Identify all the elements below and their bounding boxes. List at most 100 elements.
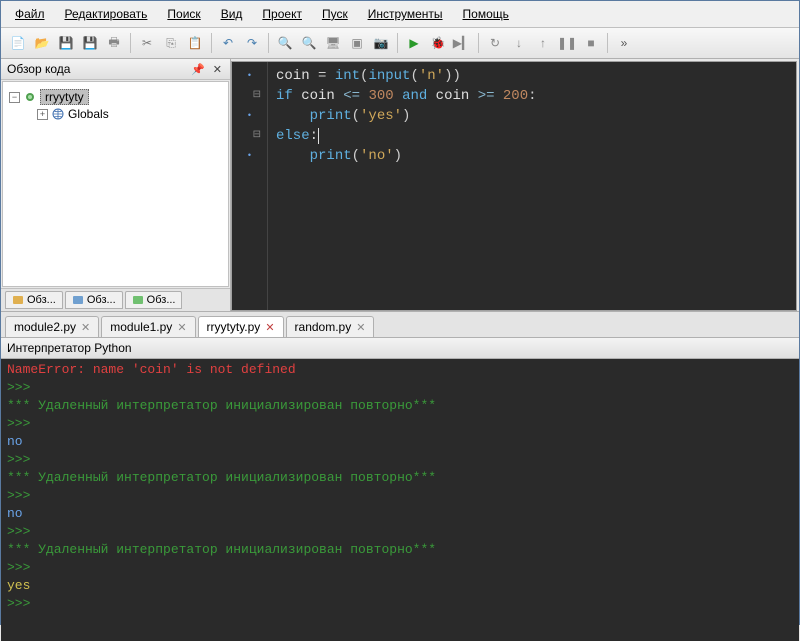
explorer-icon[interactable]: 📷 (370, 32, 392, 54)
menu-поиск[interactable]: Поиск (163, 5, 204, 23)
side-panel-title: Обзор кода 📌 ✕ (1, 59, 230, 80)
close-tab-icon[interactable]: ✕ (356, 321, 365, 334)
more-icon[interactable]: » (613, 32, 635, 54)
tree-child[interactable]: + Globals (9, 106, 222, 122)
expand-icon[interactable]: + (37, 109, 48, 120)
console-line: >>> (7, 595, 793, 613)
save-all-icon[interactable]: 💾 (79, 32, 101, 54)
redo-icon[interactable]: ↷ (241, 32, 263, 54)
run-to-icon[interactable]: ▶▎ (451, 32, 473, 54)
code-line[interactable]: print('yes') (276, 106, 788, 126)
menubar: Файл Редактировать Поиск Вид Проект Пуск Инстр… (1, 1, 799, 28)
console[interactable]: NameError: name 'coin' is not defined>>>… (1, 359, 799, 641)
undo-icon[interactable]: ↶ (217, 32, 239, 54)
paste-icon[interactable]: 📋 (184, 32, 206, 54)
interpreter-label: Интерпретатор Python (7, 341, 132, 355)
cmd-icon[interactable]: ▣ (346, 32, 368, 54)
close-tab-icon[interactable]: ✕ (265, 321, 274, 334)
file-tab-random-py[interactable]: random.py✕ (286, 316, 375, 337)
gutter: •⊟•⊟• (232, 62, 268, 310)
module-icon (24, 91, 36, 103)
open-icon[interactable]: 📂 (31, 32, 53, 54)
fold-icon[interactable]: ⊟ (236, 86, 263, 106)
side-tab-label: Обз... (87, 294, 116, 306)
code-line[interactable]: if coin <= 300 and coin >= 200: (276, 86, 788, 106)
copy-icon[interactable]: ⎘ (160, 32, 182, 54)
globals-icon (52, 108, 64, 120)
console-line: >>> (7, 487, 793, 505)
line-marker: • (236, 146, 263, 166)
run-icon[interactable]: ▶ (403, 32, 425, 54)
close-tab-icon[interactable]: ✕ (81, 321, 90, 334)
tree-root-label: rryytyty (40, 89, 89, 105)
separator (268, 33, 269, 53)
stop-icon[interactable]: ■ (580, 32, 602, 54)
menu-редактировать[interactable]: Редактировать (61, 5, 152, 23)
side-tab-0[interactable]: Обз... (5, 291, 63, 309)
pin-icon[interactable]: 📌 (189, 63, 207, 76)
cursor (318, 128, 319, 144)
tab-icon (72, 294, 84, 306)
menu-вид[interactable]: Вид (217, 5, 247, 23)
console-line: *** Удаленный интерпретатор инициализиро… (7, 397, 793, 415)
save-icon[interactable]: 💾 (55, 32, 77, 54)
code-editor[interactable]: •⊟•⊟• coin = int(input('n'))if coin <= 3… (232, 62, 796, 310)
debug-icon[interactable]: 🐞 (427, 32, 449, 54)
step-into-icon[interactable]: ↓ (508, 32, 530, 54)
tree-child-label: Globals (68, 107, 109, 121)
find-icon[interactable]: 🔍 (274, 32, 296, 54)
tab-icon (132, 294, 144, 306)
pause-icon[interactable]: ❚❚ (556, 32, 578, 54)
side-tabs: Обз... Обз... Обз... (1, 288, 230, 311)
console-line: >>> (7, 523, 793, 541)
replace-icon[interactable]: 🔍 (298, 32, 320, 54)
tree-root[interactable]: − rryytyty (9, 88, 222, 106)
line-marker: • (236, 66, 263, 86)
console-line: *** Удаленный интерпретатор инициализиро… (7, 469, 793, 487)
editor-wrap: •⊟•⊟• coin = int(input('n'))if coin <= 3… (231, 61, 797, 311)
step-out-icon[interactable]: ↑ (532, 32, 554, 54)
code-line[interactable]: else: (276, 126, 788, 146)
interpreter-title: Интерпретатор Python (1, 338, 799, 359)
close-icon[interactable]: ✕ (211, 63, 224, 76)
line-marker: • (236, 106, 263, 126)
file-tabs: module2.py✕module1.py✕rryytyty.py✕random… (1, 311, 799, 338)
menu-инструменты[interactable]: Инструменты (364, 5, 447, 23)
console-line: no (7, 433, 793, 451)
console-line: yes (7, 577, 793, 595)
menu-пуск[interactable]: Пуск (318, 5, 352, 23)
separator (478, 33, 479, 53)
code-tree[interactable]: − rryytyty + Globals (2, 81, 229, 287)
console-line: >>> (7, 415, 793, 433)
separator (211, 33, 212, 53)
code-line[interactable]: coin = int(input('n')) (276, 66, 788, 86)
file-tab-module1-py[interactable]: module1.py ✕ (101, 316, 195, 337)
step-over-icon[interactable]: ↻ (484, 32, 506, 54)
separator (607, 33, 608, 53)
console-line: NameError: name 'coin' is not defined (7, 361, 793, 379)
file-tab-label: module1.py (110, 320, 172, 334)
goto-icon[interactable]: 🖥 (322, 32, 344, 54)
menu-файл[interactable]: Файл (11, 5, 49, 23)
console-line: >>> (7, 559, 793, 577)
side-tab-label: Обз... (27, 294, 56, 306)
console-line: no (7, 505, 793, 523)
print-icon[interactable]: 🖶 (103, 32, 125, 54)
side-tab-2[interactable]: Обз... (125, 291, 183, 309)
code-area[interactable]: coin = int(input('n'))if coin <= 300 and… (268, 62, 796, 310)
file-tab-module2-py[interactable]: module2.py✕ (5, 316, 99, 337)
menu-проект[interactable]: Проект (258, 5, 306, 23)
menu-помощь[interactable]: Помощь (459, 5, 513, 23)
code-line[interactable]: print('no') (276, 146, 788, 166)
side-tab-label: Обз... (147, 294, 176, 306)
separator (130, 33, 131, 53)
console-line: >>> (7, 379, 793, 397)
side-panel: Обзор кода 📌 ✕ − rryytyty + Globals Обз.… (1, 59, 231, 311)
close-tab-icon[interactable]: ✕ (177, 321, 186, 334)
collapse-icon[interactable]: − (9, 92, 20, 103)
fold-icon[interactable]: ⊟ (236, 126, 263, 146)
file-tab-rryytyty-py[interactable]: rryytyty.py✕ (198, 316, 284, 337)
cut-icon[interactable]: ✂ (136, 32, 158, 54)
new-file-icon[interactable]: 📄 (7, 32, 29, 54)
side-tab-1[interactable]: Обз... (65, 291, 123, 309)
